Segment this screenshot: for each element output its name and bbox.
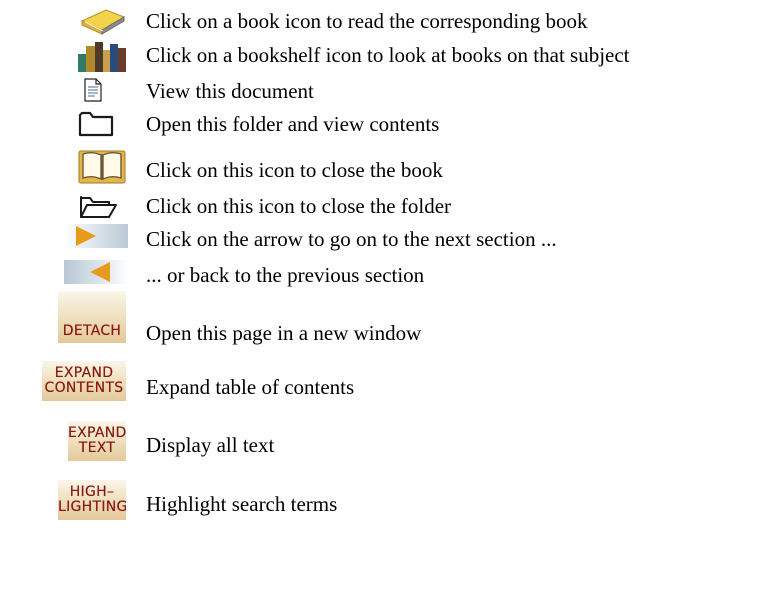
expand-text-label-line2: TEXT [78, 440, 116, 456]
closed-folder-icon[interactable] [78, 110, 114, 137]
book-icon[interactable] [76, 6, 128, 36]
legend-text-previous-arrow: ... or back to the previous section [146, 263, 425, 287]
document-icon[interactable] [84, 78, 102, 102]
expand-text-label-line1: EXPAND [68, 425, 126, 441]
detach-button-label: DETACH [62, 323, 122, 339]
legend-text-open-book: Click on this icon to close the book [146, 158, 443, 182]
legend-text-expand-text: Display all text [146, 433, 275, 457]
expand-text-button[interactable]: EXPAND TEXT [68, 421, 126, 461]
legend-text-closed-folder: Open this folder and view contents [146, 112, 440, 136]
legend-text-detach: Open this page in a new window [146, 321, 422, 345]
expand-contents-label-line2: CONTENTS [44, 380, 124, 396]
highlighting-button[interactable]: HIGH– LIGHTING [58, 480, 126, 520]
expand-contents-button[interactable]: EXPAND CONTENTS [42, 361, 126, 401]
legend-text-highlighting: Highlight search terms [146, 492, 338, 516]
open-folder-icon[interactable] [78, 193, 118, 219]
expand-contents-label-line1: EXPAND [54, 365, 114, 381]
legend-text-open-folder: Click on this icon to close the folder [146, 194, 452, 218]
legend-text-book: Click on a book icon to read the corresp… [146, 9, 588, 33]
highlighting-label-line2: LIGHTING [58, 499, 126, 515]
legend-text-document: View this document [146, 79, 314, 103]
bookshelf-icon[interactable] [76, 40, 128, 72]
highlighting-label-line1: HIGH– [69, 484, 115, 500]
detach-button[interactable]: DETACH [58, 291, 126, 343]
open-book-icon[interactable] [78, 148, 126, 184]
legend-text-expand-contents: Expand table of contents [146, 375, 355, 399]
icon-legend: Click on a book icon to read the corresp… [0, 0, 763, 589]
next-arrow-icon[interactable] [64, 224, 128, 248]
legend-text-bookshelf: Click on a bookshelf icon to look at boo… [146, 43, 630, 67]
legend-text-next-arrow: Click on the arrow to go on to the next … [146, 227, 557, 251]
previous-arrow-icon[interactable] [64, 260, 128, 284]
